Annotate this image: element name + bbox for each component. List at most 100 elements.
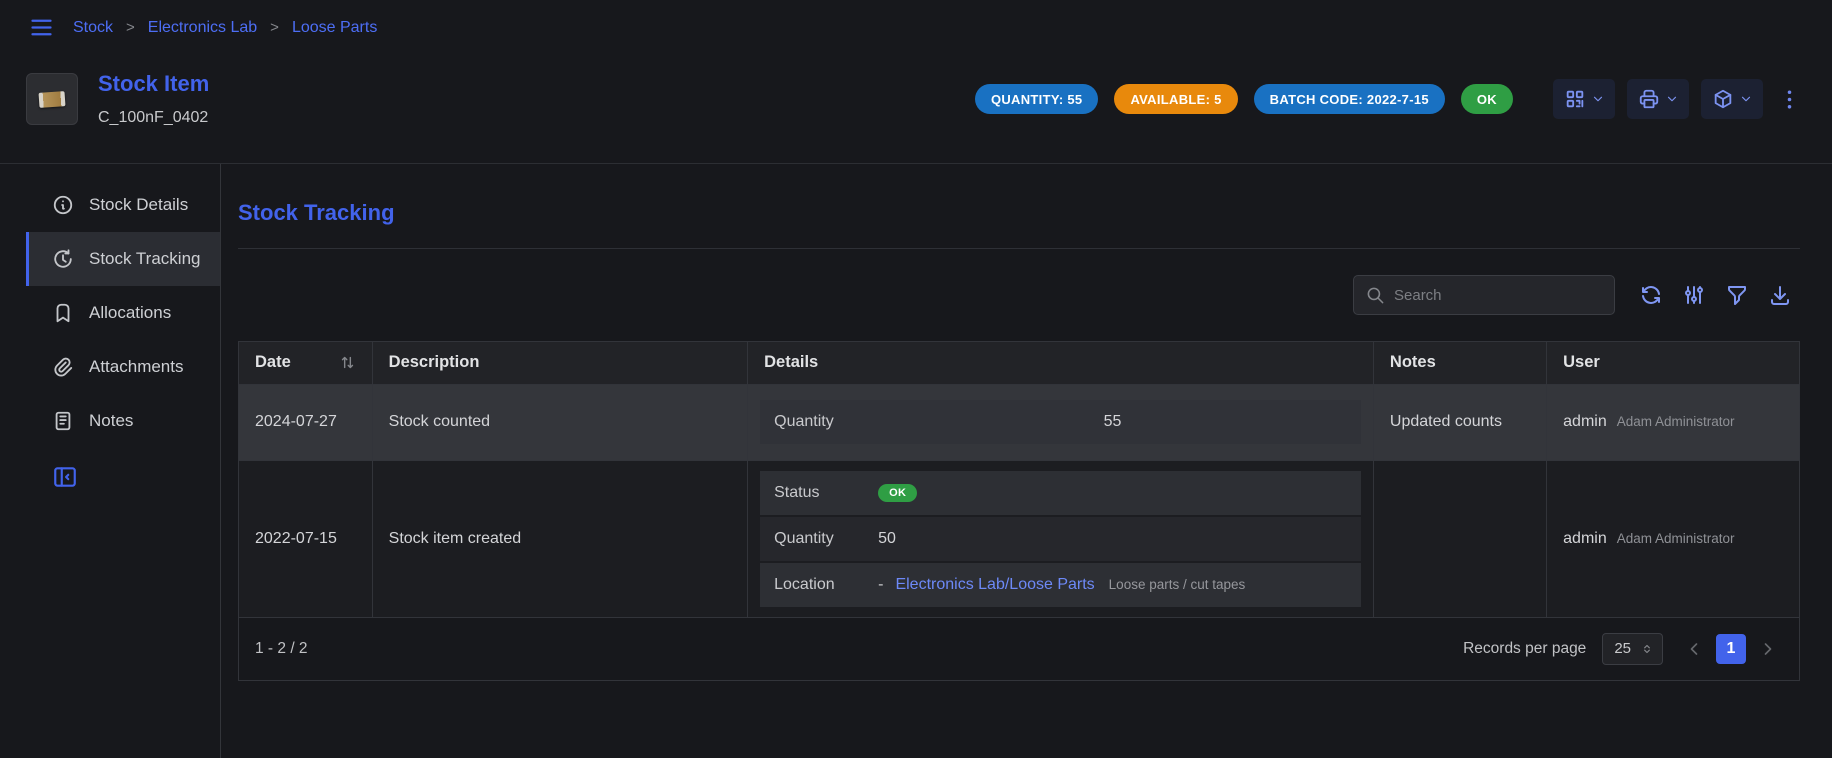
sidebar-item-stock-tracking[interactable]: Stock Tracking [26,232,220,286]
sidebar-item-attachments[interactable]: Attachments [26,340,220,394]
action-buttons [1553,79,1763,119]
pagination: Records per page 25 1 [1463,633,1783,665]
dots-vertical-icon [1777,87,1802,112]
refresh-button[interactable] [1631,279,1671,311]
capacitor-image [39,91,66,108]
details-cell: Quantity55 [748,384,1374,460]
detail-row-location: Location-Electronics Lab/Loose PartsLoos… [760,563,1361,607]
sidebar-item-label: Stock Tracking [89,249,201,269]
user-fullname: Adam Administrator [1617,414,1735,429]
column-header-description[interactable]: Description [372,342,747,384]
tracking-table-row[interactable]: 2024-07-27Stock countedQuantity55Updated… [239,384,1799,460]
search-icon [1366,286,1385,305]
sidebar-item-allocations[interactable]: Allocations [26,286,220,340]
detail-key: Quantity [774,530,878,548]
page-buttons: 1 [1679,634,1783,664]
username: admin [1563,413,1607,431]
location-detail-text: Loose parts / cut tapes [1109,577,1246,592]
filter-button[interactable] [1717,279,1757,311]
column-header-notes[interactable]: Notes [1373,342,1546,384]
sidebar-item-stock-details[interactable]: Stock Details [26,178,220,232]
status-ok-badge: OK [1461,84,1513,114]
chevron-down-icon [1665,92,1679,106]
table-header-row: Date Description Details Notes User [239,342,1799,384]
printer-icon [1638,88,1660,110]
stock-item-name: C_100nF_0402 [98,109,209,127]
table-footer: 1 - 2 / 2 Records per page 25 1 [239,618,1799,680]
refresh-icon [1639,283,1663,307]
detail-row-status: StatusOK [760,471,1361,515]
next-page-button[interactable] [1753,634,1783,664]
select-caret-icon [1640,642,1654,656]
sidebar-item-label: Stock Details [89,195,188,215]
detail-row-quantity: Quantity55 [760,400,1361,444]
menu-button[interactable] [28,14,55,41]
sidebar-item-label: Notes [89,411,133,431]
sort-icon [339,354,356,371]
per-page-value: 25 [1614,640,1631,657]
search-input[interactable] [1394,287,1602,304]
chevron-down-icon [1739,92,1753,106]
hamburger-icon [28,14,55,41]
panel-title: Stock Tracking [238,200,1800,226]
download-icon [1768,283,1792,307]
records-per-page-select[interactable]: 25 [1602,633,1663,665]
user-fullname: Adam Administrator [1617,531,1735,546]
column-header-user[interactable]: User [1547,342,1799,384]
date-cell: 2022-07-15 [239,460,372,617]
page-header: Stock Item C_100nF_0402 QUANTITY: 55AVAI… [0,45,1832,163]
panel-divider [238,248,1800,249]
previous-page-button[interactable] [1679,634,1709,664]
column-label: Details [764,353,818,372]
sidebar-item-notes[interactable]: Notes [26,394,220,448]
detail-key: Quantity [774,413,878,431]
detail-key: Status [774,484,878,502]
detail-row-quantity: Quantity50 [760,517,1361,561]
batch-code-badge: BATCH CODE: 2022-7-15 [1254,84,1445,114]
column-header-details[interactable]: Details [748,342,1374,384]
column-header-date[interactable]: Date [239,342,372,384]
print-actions-button[interactable] [1627,79,1689,119]
breadcrumb-separator: > [270,19,279,36]
barcode-actions-button[interactable] [1553,79,1615,119]
search-box [1353,275,1615,315]
status-badges: QUANTITY: 55AVAILABLE: 5BATCH CODE: 2022… [975,84,1513,114]
page-title: Stock Item [98,71,209,97]
username: admin [1563,530,1607,548]
page-1-button[interactable]: 1 [1716,634,1746,664]
box-icon [1712,88,1734,110]
table-tool-buttons [1631,279,1800,311]
collapse-sidebar-button[interactable] [52,464,78,490]
tracking-table-row[interactable]: 2022-07-15Stock item createdStatusOKQuan… [239,460,1799,617]
header-titles: Stock Item C_100nF_0402 [98,71,209,127]
history-icon [52,248,74,270]
filter-icon [1725,283,1749,307]
breadcrumb-link-stock[interactable]: Stock [73,19,113,37]
breadcrumb-link-loose-parts[interactable]: Loose Parts [292,19,377,37]
detail-status-badge: OK [878,484,917,502]
available-badge: AVAILABLE: 5 [1114,84,1237,114]
sidebar-item-label: Attachments [89,357,184,377]
column-label: Date [255,353,291,372]
adjustments-button[interactable] [1674,279,1714,311]
column-label: User [1563,353,1600,372]
detail-prefix: - [878,576,883,594]
details-cell: StatusOKQuantity50Location-Electronics L… [748,460,1374,617]
stock-item-thumbnail[interactable] [26,73,78,125]
breadcrumb-link-electronics-lab[interactable]: Electronics Lab [148,19,257,37]
notes-cell: Updated counts [1373,384,1546,460]
description-cell: Stock counted [372,384,747,460]
table-toolbar [238,275,1800,315]
more-actions-button[interactable] [1777,87,1802,112]
location-link[interactable]: Electronics Lab/Loose Parts [895,576,1094,594]
detail-value: 50 [878,530,896,548]
stock-actions-button[interactable] [1701,79,1763,119]
user-cell: admin Adam Administrator [1547,384,1799,460]
adjustments-icon [1682,283,1706,307]
chevron-right-icon [1758,639,1778,659]
sidebar-item-label: Allocations [89,303,171,323]
download-button[interactable] [1760,279,1800,311]
chevron-down-icon [1591,92,1605,106]
top-navigation-bar: Stock>Electronics Lab>Loose Parts [0,0,1832,45]
stock-tracking-table: DateDescriptionDetailsNotesUser2024-07-2… [238,341,1800,681]
